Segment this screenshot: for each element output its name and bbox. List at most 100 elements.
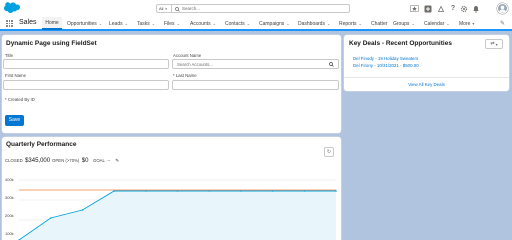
chevron-down-icon[interactable]: ⌄: [99, 21, 102, 26]
kpi-open-value: $0: [81, 158, 89, 164]
search-scope-select[interactable]: All ▼: [156, 4, 172, 13]
chevron-down-icon[interactable]: ⌄: [359, 21, 362, 26]
refresh-button[interactable]: ↻: [324, 147, 334, 157]
last-name-field[interactable]: [172, 80, 339, 90]
first-name-label: First Name: [5, 73, 27, 78]
tab-leads[interactable]: Leads ⌄: [109, 17, 128, 30]
chevron-down-icon[interactable]: ⌄: [125, 21, 128, 26]
help-icon: ?: [450, 5, 456, 12]
title-label: Title: [5, 53, 13, 58]
key-deals-card: Key Deals - Recent Opportunities ⇄ ▾ Del…: [344, 35, 509, 91]
kpi-goal-value: --: [107, 158, 111, 163]
app-navigation: Sales Home Opportunities ⌄ Leads ⌄ Tasks ⌄ …: [0, 17, 512, 31]
tab-campaigns-label: Campaigns: [259, 20, 285, 27]
first-name-field[interactable]: [3, 80, 169, 90]
kpi-closed: CLOSED $345,000: [5, 158, 50, 164]
tab-contacts-label: Contacts: [225, 20, 245, 27]
tab-dashboards-label: Dashboards: [298, 20, 325, 27]
deals-filter-button[interactable]: ⇄ ▾: [485, 39, 503, 49]
global-header: All ▼ Search... ?: [0, 0, 512, 17]
user-icon: [499, 5, 506, 13]
bell-icon: [473, 5, 479, 13]
trailhead-icon: [437, 5, 445, 12]
chevron-down-icon[interactable]: ⌄: [213, 21, 216, 26]
title-field[interactable]: [3, 59, 169, 69]
tab-files-label: Files: [164, 20, 175, 27]
tab-campaigns[interactable]: Campaigns ⌄: [259, 17, 290, 30]
tab-chatter-label: Chatter: [371, 20, 388, 27]
save-button[interactable]: Save: [5, 115, 24, 126]
quarterly-performance-card: Quarterly Performance ↻: [2, 137, 341, 240]
search-input[interactable]: Search...: [172, 4, 350, 13]
y-tick-label: 300k: [5, 195, 14, 200]
tab-groups-label: Groups: [393, 20, 410, 27]
tab-opportunities[interactable]: Opportunities ⌄: [67, 17, 102, 30]
favorites-icon: [410, 5, 419, 12]
chevron-down-icon[interactable]: ⌄: [446, 21, 449, 26]
favorites-button[interactable]: [410, 4, 419, 13]
app-launcher-icon[interactable]: [6, 20, 13, 27]
tab-files[interactable]: Files ⌄: [164, 17, 180, 30]
tab-tasks[interactable]: Tasks ⌄: [137, 17, 155, 30]
last-name-label: * Last Name: [173, 73, 197, 78]
help-button[interactable]: ?: [449, 4, 457, 13]
pencil-icon[interactable]: ✎: [115, 158, 119, 163]
y-tick-label: 200k: [5, 213, 14, 218]
tab-reports-label: Reports: [339, 20, 357, 27]
tab-contacts[interactable]: Contacts ⌄: [225, 17, 250, 30]
refresh-icon: ↻: [326, 149, 332, 155]
setup-button[interactable]: [460, 4, 468, 13]
chevron-down-icon: ▾: [495, 41, 498, 47]
search-icon: [175, 6, 180, 12]
tab-calendar-label: Calendar: [424, 20, 445, 27]
kpi-goal: GOAL -- ✎: [93, 158, 119, 164]
tab-calendar[interactable]: Calendar ⌄: [424, 17, 450, 30]
tab-dashboards[interactable]: Dashboards ⌄: [298, 17, 330, 30]
tab-accounts-label: Accounts: [190, 20, 211, 27]
tab-reports[interactable]: Reports ⌄: [339, 17, 362, 30]
edit-nav-button[interactable]: ✎: [500, 20, 505, 27]
deal-link[interactable]: Del Finody - 19 Holiday Sweaters: [353, 56, 418, 61]
tab-more-label: More: [459, 20, 471, 27]
chevron-down-icon[interactable]: ⌄: [286, 21, 289, 26]
fieldset-form-card: Dynamic Page using FieldSet Title Accoun…: [2, 35, 341, 133]
tab-more[interactable]: More ▾: [459, 17, 474, 30]
pencil-icon: ✎: [500, 21, 506, 27]
chevron-down-icon[interactable]: ⌄: [327, 21, 330, 26]
view-all-link[interactable]: View All Key Deals: [344, 82, 509, 87]
y-tick-label: 100k: [5, 231, 14, 236]
global-actions-button[interactable]: [424, 4, 432, 13]
tab-accounts[interactable]: Accounts ⌄: [190, 17, 216, 30]
kpi-open-label: OPEN (>70%): [52, 158, 80, 163]
tab-home[interactable]: Home: [42, 17, 62, 30]
global-search: All ▼ Search...: [156, 4, 350, 13]
kpi-open: OPEN (>70%) $0: [52, 158, 88, 164]
y-tick-label: 400k: [5, 177, 14, 182]
account-lookup-input[interactable]: Search Accounts...: [172, 59, 339, 69]
notifications-button[interactable]: [472, 4, 480, 13]
app-name: Sales: [19, 19, 37, 26]
trailhead-button[interactable]: [437, 4, 445, 13]
user-avatar[interactable]: [497, 3, 508, 14]
account-lookup-placeholder: Search Accounts...: [177, 62, 213, 67]
kpi-closed-value: $345,000: [25, 158, 51, 164]
chevron-down-icon[interactable]: ⌄: [152, 21, 155, 26]
chevron-down-icon[interactable]: ⌄: [411, 21, 414, 26]
kpi-closed-label: CLOSED: [5, 158, 23, 163]
account-name-label: Account Name: [173, 53, 202, 58]
tab-chatter[interactable]: Chatter: [371, 17, 387, 30]
card-title: Key Deals - Recent Opportunities: [349, 40, 452, 47]
refresh-icon: ⇄: [490, 41, 495, 47]
tab-leads-label: Leads: [109, 20, 123, 27]
search-placeholder: Search...: [182, 6, 201, 11]
tab-opportunities-label: Opportunities: [67, 20, 97, 27]
chevron-down-icon[interactable]: ▾: [472, 21, 474, 26]
created-by-label: * Created By ID: [5, 97, 35, 102]
chevron-down-icon[interactable]: ⌄: [177, 21, 180, 26]
card-title: Dynamic Page using FieldSet: [6, 40, 97, 47]
tab-groups[interactable]: Groups ⌄: [393, 17, 415, 30]
salesforce-logo[interactable]: [3, 2, 20, 14]
deal-link[interactable]: Del Firony - 10/31/2021 - $500.00: [353, 63, 419, 68]
tab-home-label: Home: [45, 19, 59, 26]
chevron-down-icon[interactable]: ⌄: [247, 21, 250, 26]
